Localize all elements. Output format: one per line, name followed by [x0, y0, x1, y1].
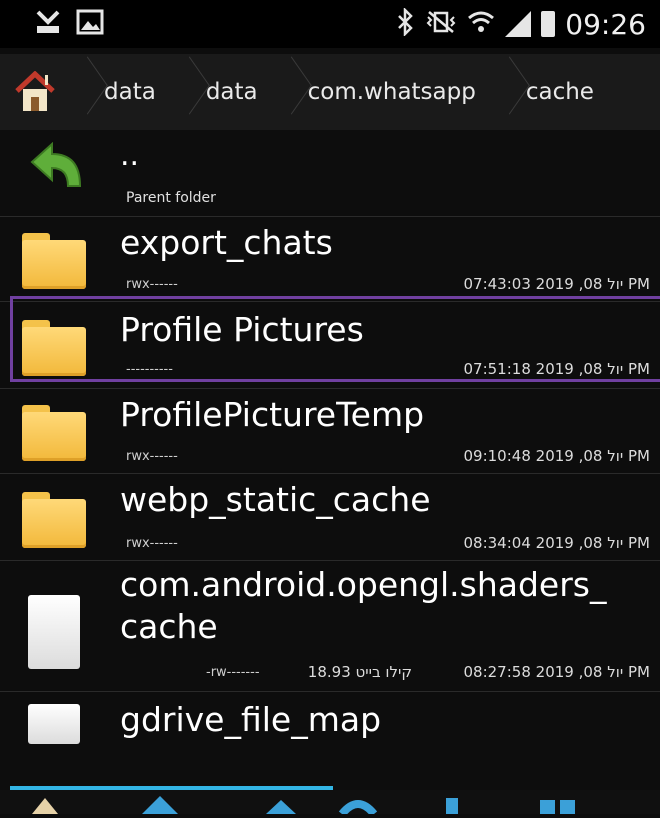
list-item[interactable]: ProfilePictureTemp rwx------ יול 08, 201…	[0, 389, 660, 474]
file-name: export_chats	[120, 223, 333, 262]
list-item[interactable]: webp_static_cache rwx------ יול 08, 2019…	[0, 474, 660, 561]
file-date: יול 08, 2019 08:34:04 PM	[463, 534, 651, 552]
bookmark-icon[interactable]	[446, 794, 458, 814]
file-permissions: rwx------	[126, 277, 178, 292]
back-arrow-icon	[30, 141, 84, 200]
folder-icon	[22, 405, 86, 461]
file-date: יול 08, 2019 07:43:03 PM	[463, 275, 651, 293]
scroll-indicator	[10, 786, 333, 790]
file-size: 18.93 קילו בייט	[307, 663, 412, 681]
parent-folder-label: Parent folder	[126, 190, 216, 206]
file-icon	[28, 595, 80, 669]
list-item[interactable]: gdrive_file_map	[0, 692, 660, 744]
list-item[interactable]: export_chats rwx------ יול 08, 2019 07:4…	[0, 217, 660, 302]
folder-icon	[22, 233, 86, 289]
file-permissions: rwx------	[126, 449, 178, 464]
vibrate-icon	[425, 8, 457, 41]
file-name: webp_static_cache	[120, 480, 431, 519]
list-item[interactable]: com.android.opengl.shaders_ cache -rw---…	[0, 561, 660, 692]
up-arrow-icon[interactable]	[140, 794, 180, 814]
home-icon[interactable]	[30, 794, 60, 814]
battery-icon	[541, 11, 556, 37]
parent-folder-row[interactable]: .. Parent folder	[0, 132, 660, 217]
breadcrumb-separator	[172, 54, 190, 130]
breadcrumb-separator	[70, 54, 88, 130]
breadcrumb-separator	[492, 54, 510, 130]
file-permissions: rwx------	[126, 536, 178, 551]
up-arrow-icon[interactable]	[264, 794, 298, 814]
breadcrumb-separator	[274, 54, 292, 130]
image-notification-icon	[76, 9, 104, 40]
status-bar: 09:26	[0, 0, 660, 48]
breadcrumb: data data com.whatsapp cache	[0, 54, 660, 130]
selection-highlight	[10, 296, 660, 382]
file-date: יול 08, 2019 09:10:48 PM	[463, 447, 651, 465]
file-name: com.android.opengl.shaders_	[120, 565, 607, 604]
file-icon	[28, 704, 80, 744]
refresh-icon[interactable]	[338, 794, 378, 817]
file-name: ProfilePictureTemp	[120, 395, 425, 434]
signal-icon	[505, 11, 532, 37]
file-name: gdrive_file_map	[120, 700, 382, 739]
file-list: .. Parent folder export_chats rwx------ …	[0, 132, 660, 744]
folder-icon	[22, 492, 86, 548]
file-date: יול 08, 2019 08:27:58 PM	[463, 663, 651, 681]
usb-debug-icon	[34, 8, 62, 41]
grid-view-icon[interactable]	[540, 794, 576, 814]
bluetooth-icon	[395, 6, 415, 41]
wifi-icon	[467, 8, 495, 41]
home-icon[interactable]	[0, 54, 70, 130]
file-permissions: -rw-------	[206, 665, 260, 680]
file-name-continued: cache	[120, 607, 218, 646]
clock: 09:26	[565, 7, 646, 41]
breadcrumb-item[interactable]: com.whatsapp	[292, 54, 492, 130]
